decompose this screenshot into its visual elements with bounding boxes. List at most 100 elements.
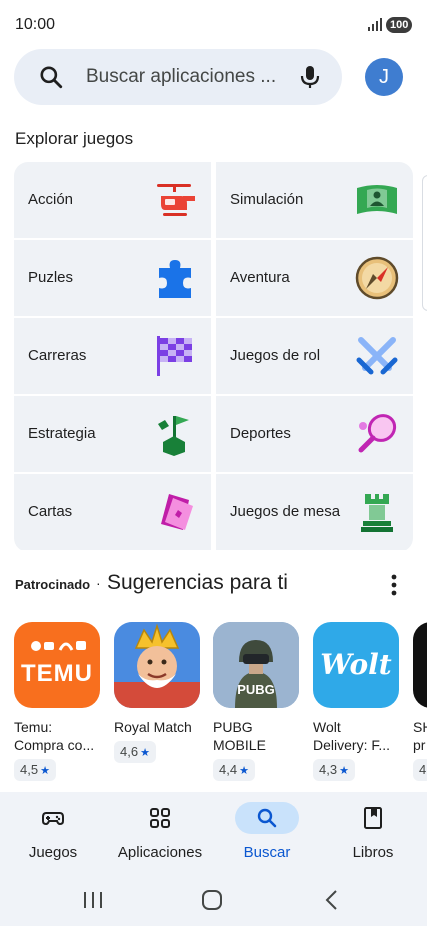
status-time: 10:00: [15, 16, 56, 33]
royal-match-app-icon: [114, 622, 200, 708]
more-options-icon[interactable]: [384, 572, 404, 598]
category-label: Juegos de mesa: [230, 503, 341, 520]
app-rating: 4,6 ★: [114, 741, 156, 763]
app-name-line1: Royal Match: [114, 719, 192, 735]
pubg-logo-text: PUBG: [237, 682, 275, 697]
nav-books[interactable]: Libros: [323, 792, 423, 876]
gamepad-icon: [42, 812, 64, 826]
wolt-logo-text: Wolt: [320, 648, 392, 681]
search-bar[interactable]: Buscar aplicaciones ...: [14, 49, 342, 105]
book-icon: [364, 807, 382, 829]
tennis-racket-icon: [358, 414, 397, 453]
rating-value: 4,5: [20, 762, 39, 777]
partial-app-icon: [413, 622, 427, 708]
nav-games[interactable]: Juegos: [3, 792, 103, 876]
category-juegos-de-mesa[interactable]: Juegos de mesa: [216, 474, 413, 550]
puzzle-icon: [159, 260, 191, 298]
sponsored-label: Patrocinado: [15, 577, 91, 592]
suggestions-title: Sugerencias para ti: [107, 571, 288, 594]
separator-dot: ·: [96, 575, 101, 591]
star-icon: ★: [140, 747, 150, 759]
cards-icon: [161, 494, 193, 530]
app-card-wolt[interactable]: Wolt Wolt Delivery: F... 4,3 ★: [313, 622, 399, 781]
crossed-swords-icon: [356, 337, 398, 375]
app-name-line2: Compra co...: [14, 737, 95, 753]
category-label: Juegos de rol: [230, 347, 321, 364]
next-page-peek: [422, 175, 427, 311]
nav-apps[interactable]: Aplicaciones: [110, 792, 210, 876]
category-label: Carreras: [28, 347, 87, 364]
bottom-navigation: Juegos Aplicaciones Buscar Libros: [0, 792, 427, 876]
category-deportes[interactable]: Deportes: [216, 396, 413, 472]
app-card-royal-match[interactable]: Royal Match 4,6 ★: [114, 622, 200, 763]
category-label: Simulación: [230, 191, 304, 208]
nav-label: Juegos: [28, 844, 78, 861]
account-avatar[interactable]: J: [365, 58, 403, 96]
star-icon: ★: [239, 765, 249, 777]
category-label: Estrategia: [28, 425, 96, 442]
nav-games-icon-wrap: [21, 802, 85, 834]
search-input[interactable]: Buscar aplicaciones ...: [86, 66, 286, 88]
category-estrategia[interactable]: Estrategia: [14, 396, 211, 472]
app-rating: 4,3 ★: [313, 759, 355, 781]
category-puzles[interactable]: Puzles: [14, 240, 211, 316]
temu-logo-text: TEMU: [21, 660, 93, 687]
category-label: Deportes: [230, 425, 291, 442]
star-icon: ★: [40, 765, 50, 777]
pubg-app-icon: PUBG: [213, 622, 299, 708]
app-name-line1: Wolt: [313, 719, 341, 735]
checkered-flag-icon: [157, 336, 192, 376]
helicopter-icon: [157, 184, 195, 216]
nav-books-icon-wrap: [341, 802, 405, 834]
search-icon: [257, 808, 277, 828]
app-name-line1: Temu:: [14, 719, 53, 735]
recent-apps-icon[interactable]: [82, 890, 104, 910]
simulation-icon: [357, 185, 397, 214]
chess-rook-icon: [361, 494, 393, 532]
category-label: Aventura: [230, 269, 290, 286]
app-card-pubg[interactable]: PUBG PUBG MOBILE 4,4 ★: [213, 622, 299, 781]
app-name-line1: PUBG: [213, 719, 253, 735]
category-juegos-de-rol[interactable]: Juegos de rol: [216, 318, 413, 394]
temu-app-icon: TEMU: [14, 622, 100, 708]
rating-value: 4,6: [120, 744, 139, 759]
nav-label: Aplicaciones: [117, 844, 203, 861]
battery-indicator: 100: [386, 17, 413, 33]
category-label: Cartas: [28, 503, 73, 520]
wolt-app-icon: Wolt: [313, 622, 399, 708]
app-name-line2: MOBILE: [213, 737, 266, 753]
app-name-line2: pr: [413, 737, 426, 753]
app-rating: 4: [413, 759, 427, 781]
star-icon: ★: [339, 765, 349, 777]
section-title: Explorar juegos: [15, 129, 134, 148]
app-name-line1: SH: [413, 719, 427, 735]
microphone-icon[interactable]: [298, 64, 322, 90]
app-name-line2: Delivery: F...: [313, 737, 391, 753]
rating-value: 4,4: [219, 762, 238, 777]
system-navigation-bar: [0, 876, 427, 926]
app-card-partial[interactable]: SH pr 4: [413, 622, 427, 781]
app-rating: 4,4 ★: [213, 759, 255, 781]
back-icon[interactable]: [324, 889, 340, 911]
app-card-temu[interactable]: TEMU Temu: Compra co... 4,5 ★: [14, 622, 100, 781]
category-aventura[interactable]: Aventura: [216, 240, 413, 316]
status-bar: 10:00 100: [0, 0, 427, 50]
nav-search[interactable]: Buscar: [217, 792, 317, 876]
category-label: Acción: [28, 191, 74, 208]
category-accion[interactable]: Acción: [14, 162, 211, 238]
nav-apps-icon-wrap: [128, 802, 192, 834]
category-simulacion[interactable]: Simulación: [216, 162, 413, 238]
category-label: Puzles: [28, 269, 74, 286]
category-carreras[interactable]: Carreras: [14, 318, 211, 394]
app-rating: 4,5 ★: [14, 759, 56, 781]
rating-value: 4: [419, 762, 427, 777]
compass-icon: [355, 256, 399, 300]
nav-search-icon-wrap: [235, 802, 299, 834]
nav-label: Libros: [352, 844, 394, 861]
home-icon[interactable]: [201, 889, 223, 911]
nav-label: Buscar: [243, 844, 291, 861]
search-icon: [40, 66, 63, 89]
category-cartas[interactable]: Cartas: [14, 474, 211, 550]
rating-value: 4,3: [319, 762, 338, 777]
category-grid: Acción Simulación Puzles Aventura Carrer…: [14, 162, 413, 552]
